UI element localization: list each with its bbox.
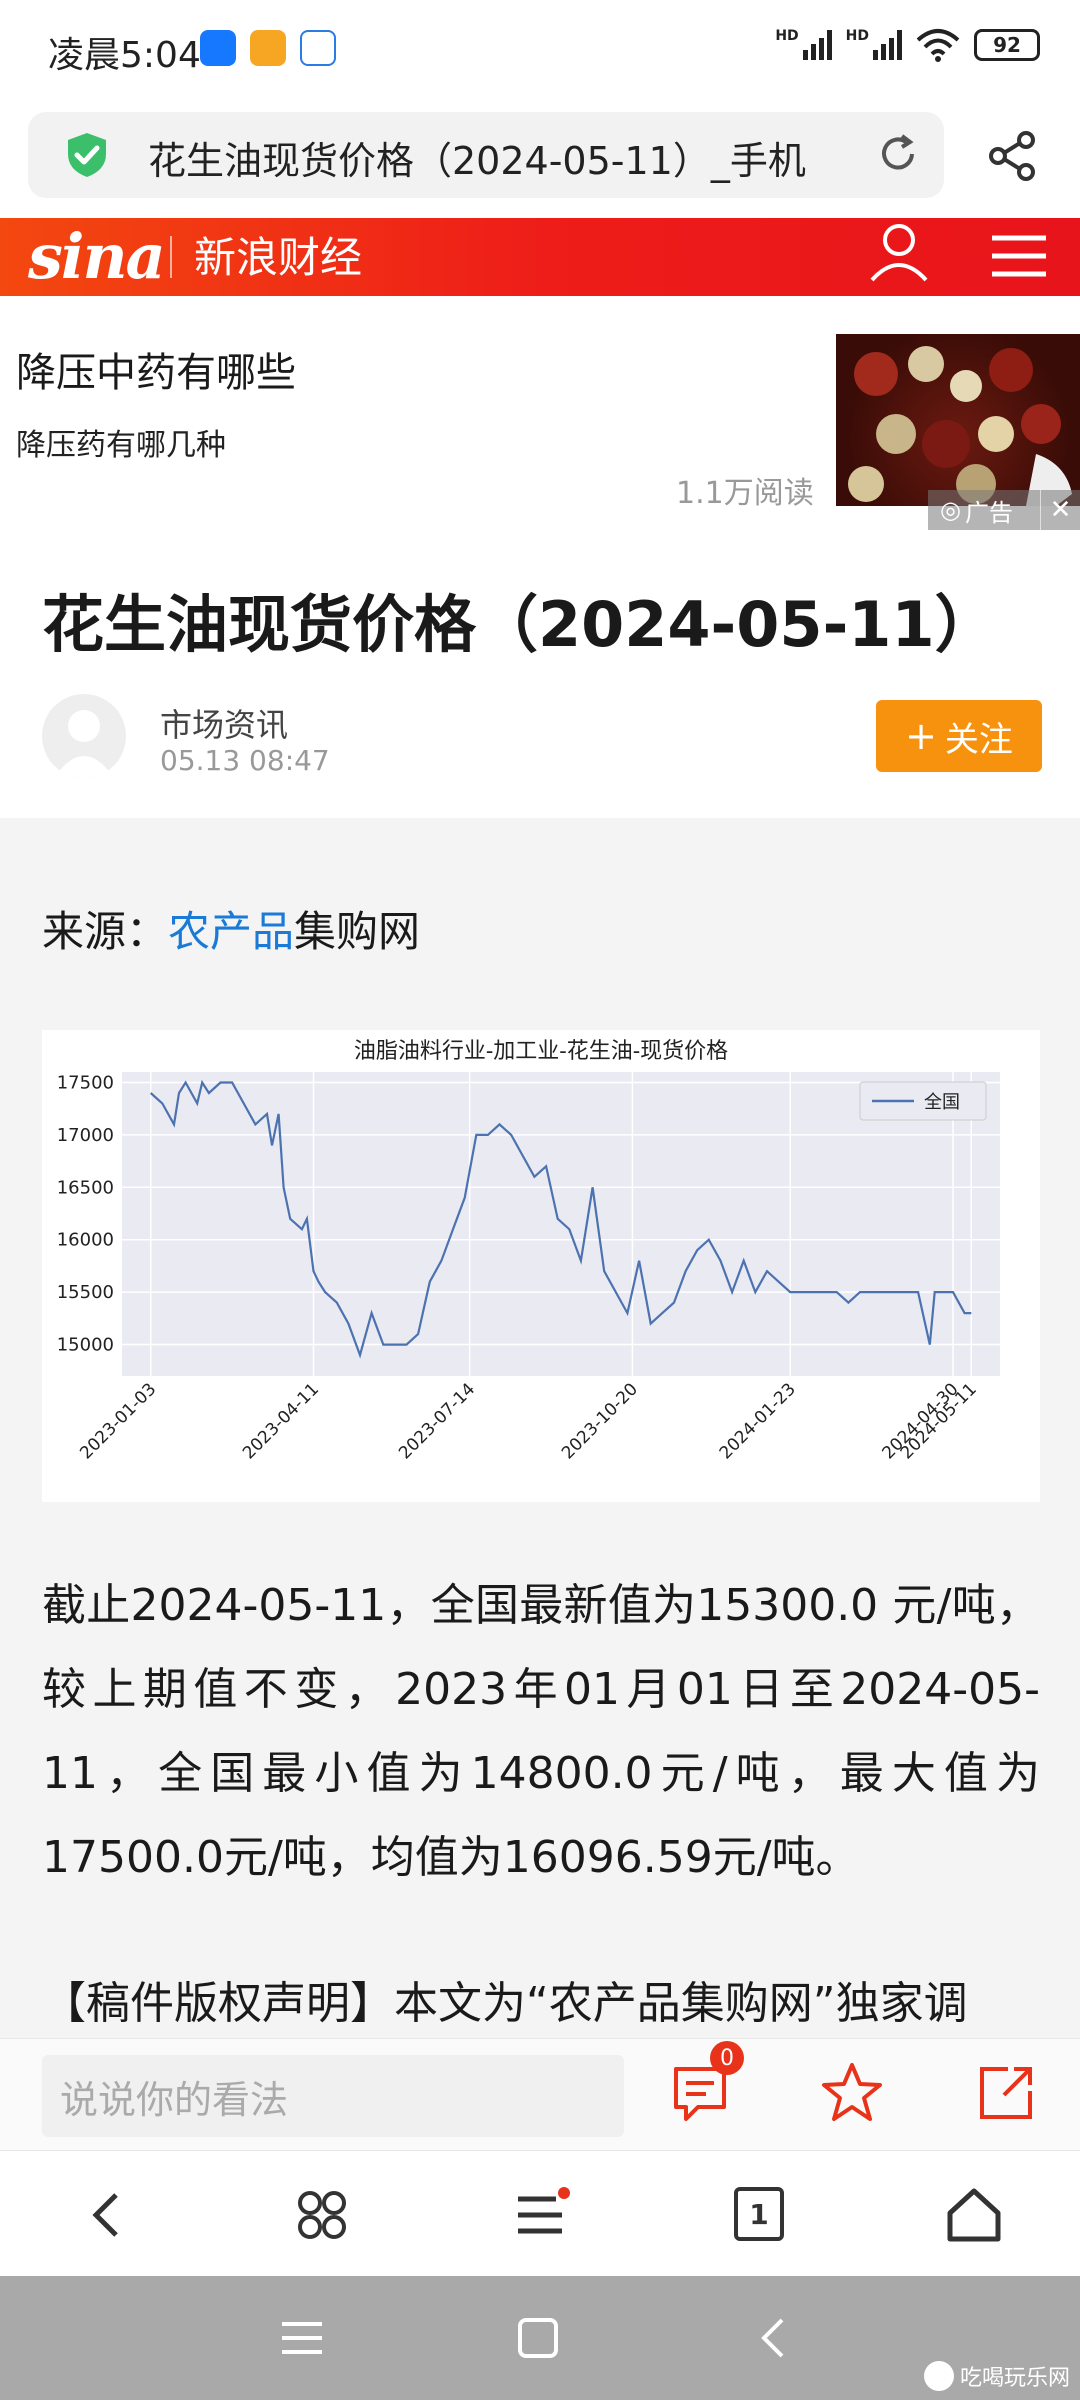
menu-icon[interactable] xyxy=(508,2183,572,2247)
y-tick-label: 17000 xyxy=(57,1125,114,1146)
comment-bar: 说说你的看法 0 xyxy=(0,2038,1080,2150)
price-chart-svg: 油脂油料行业-加工业-花生油-现货价格 15000 15500 16000 16500… xyxy=(42,1030,1040,1502)
article-header: 花生油现货价格（2024-05-11） 市场资讯 05.13 08:47 + 关… xyxy=(0,532,1080,818)
ad-tag-text: 广告 xyxy=(964,498,1013,527)
address-bar[interactable]: 花生油现货价格（2024-05-11）_手机 xyxy=(28,112,944,198)
ad-card[interactable]: 降压中药有哪些 降压药有哪几种 1.1万阅读 ◎ 广告 ✕ xyxy=(0,296,1080,532)
cloud-app-icon xyxy=(300,30,336,66)
battery-icon: 92 xyxy=(974,29,1040,61)
article-title: 花生油现货价格（2024-05-11） xyxy=(42,588,997,661)
source-prefix: 来源： xyxy=(42,907,169,956)
comment-input[interactable]: 说说你的看法 xyxy=(42,2055,624,2137)
comment-count-badge: 0 xyxy=(710,2041,744,2075)
ad-close-icon[interactable]: ✕ xyxy=(1040,490,1080,530)
site-header: sina 新浪财经 xyxy=(0,218,1080,296)
watermark: 吃喝玩乐网 xyxy=(923,2360,1070,2392)
ad-info-icon: ◎ xyxy=(940,496,961,524)
ad-label: ◎ 广告 ✕ xyxy=(928,490,1080,530)
share-out-icon[interactable] xyxy=(974,2061,1038,2125)
price-chart: 油脂油料行业-加工业-花生油-现货价格 15000 15500 16000 16500… xyxy=(42,1030,1040,1502)
recent-apps-icon[interactable] xyxy=(276,2312,328,2364)
favorite-star-icon[interactable] xyxy=(820,2061,884,2125)
refresh-icon[interactable] xyxy=(876,132,920,176)
y-tick-label: 15500 xyxy=(57,1282,114,1303)
menu-icon[interactable] xyxy=(990,230,1048,282)
wifi-icon xyxy=(916,29,960,62)
tab-count-button[interactable]: 1 xyxy=(734,2187,784,2241)
system-navigation-bar: 吃喝玩乐网 xyxy=(0,2276,1080,2400)
default-avatar-icon xyxy=(54,710,114,778)
signal-icon-1 xyxy=(802,30,832,60)
secure-shield-icon xyxy=(68,133,106,177)
follow-label: 关注 xyxy=(944,719,1013,760)
ad-read-count: 1.1万阅读 xyxy=(676,476,814,511)
browser-toolbar: 1 xyxy=(0,2150,1080,2276)
ad-subtitle: 降压药有哪几种 xyxy=(16,428,226,463)
user-icon[interactable] xyxy=(868,220,930,282)
system-home-icon[interactable] xyxy=(512,2312,564,2364)
system-back-icon[interactable] xyxy=(748,2312,800,2364)
header-divider xyxy=(170,236,172,278)
watermark-text: 吃喝玩乐网 xyxy=(959,2366,1070,2391)
source-link[interactable]: 农产品 xyxy=(168,907,294,956)
notification-icons xyxy=(200,30,336,66)
sina-logo[interactable]: sina xyxy=(28,220,166,293)
apps-icon[interactable] xyxy=(290,2183,354,2247)
ad-image[interactable] xyxy=(836,334,1080,506)
y-tick-label: 17500 xyxy=(57,1072,114,1093)
y-tick-label: 16000 xyxy=(57,1230,114,1251)
watermark-logo-icon xyxy=(923,2361,954,2391)
author-avatar[interactable] xyxy=(42,694,126,778)
alipay-app-icon xyxy=(200,30,236,66)
y-tick-label: 16500 xyxy=(57,1177,114,1198)
summary-paragraph: 截止2024-05-11，全国最新值为15300.0 元/吨，较上期值不变，20… xyxy=(42,1580,1040,1883)
legend-label: 全国 xyxy=(924,1092,960,1113)
publish-time: 05.13 08:47 xyxy=(160,744,330,777)
home-icon[interactable] xyxy=(942,2183,1006,2247)
channel-name[interactable]: 新浪财经 xyxy=(194,224,362,285)
status-bar: 凌晨5:04 HD HD 92 xyxy=(0,0,1080,100)
y-tick-label: 15000 xyxy=(57,1335,114,1356)
follow-button[interactable]: + 关注 xyxy=(876,700,1042,772)
copyright-paragraph: 【稿件版权声明】本文为“农产品集购网”独家调 xyxy=(42,1978,968,2029)
status-indicators: HD HD 92 xyxy=(775,28,1040,62)
network-label-2: HD xyxy=(845,28,869,44)
chart-legend: 全国 xyxy=(859,1081,987,1121)
author-name[interactable]: 市场资讯 xyxy=(160,700,288,746)
article-body: 来源：农产品集购网 油脂油料行业-加工业-花生油-现货价格 15000 15500… xyxy=(0,818,1080,2038)
plus-icon: + xyxy=(905,714,937,758)
source-suffix: 集购网 xyxy=(294,907,421,956)
page-title: 花生油现货价格（2024-05-11）_手机 xyxy=(148,139,806,183)
chart-title: 油脂油料行业-加工业-花生油-现货价格 xyxy=(354,1039,728,1064)
notes-app-icon xyxy=(250,30,286,66)
network-label-1: HD xyxy=(775,28,799,44)
ad-title[interactable]: 降压中药有哪些 xyxy=(16,340,296,398)
signal-icon-2 xyxy=(873,30,902,60)
ad-food-picture xyxy=(848,346,1072,506)
share-icon[interactable] xyxy=(984,128,1040,184)
article-source: 来源：农产品集购网 xyxy=(42,898,420,959)
status-time: 凌晨5:04 xyxy=(48,35,201,76)
back-icon[interactable] xyxy=(76,2183,140,2247)
